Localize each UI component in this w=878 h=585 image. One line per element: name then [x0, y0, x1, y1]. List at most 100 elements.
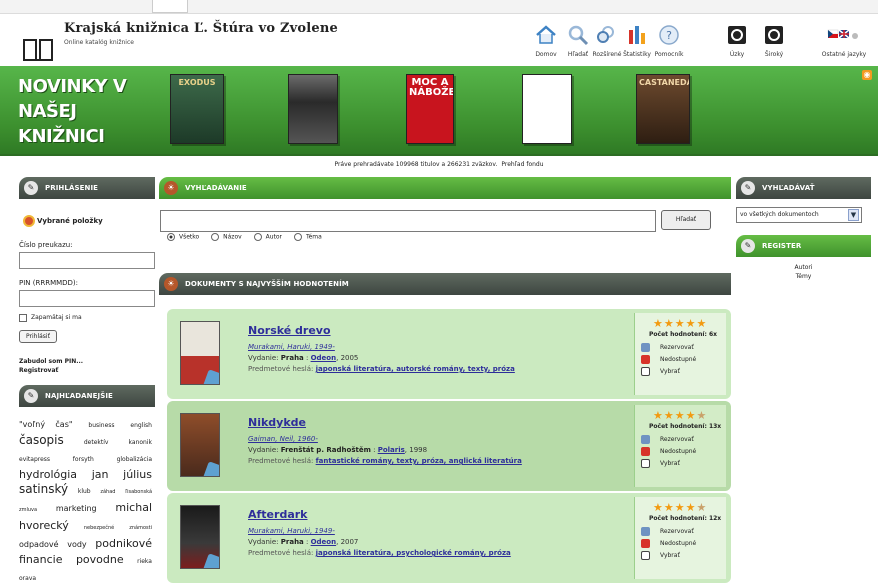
tag-cloud-link[interactable]: michal — [115, 501, 152, 514]
tag-cloud-link[interactable]: ľisabonská — [125, 489, 152, 495]
book-title-link[interactable]: Afterdark — [248, 508, 307, 521]
narrow-view-icon — [728, 26, 746, 44]
topics-link[interactable]: Témy — [736, 272, 871, 281]
tag-cloud-link[interactable]: hvorecký — [19, 519, 69, 532]
tag-cloud-link[interactable]: forsyth — [73, 456, 94, 463]
reserve-link[interactable]: Rezervovať — [641, 343, 694, 354]
new-book-cover[interactable]: MOC A NÁBOŽENSTVO — [406, 74, 454, 144]
author-link[interactable]: Murakami, Haruki, 1949- — [248, 343, 335, 351]
wide-view-button[interactable]: Široký — [752, 24, 796, 62]
search-input[interactable] — [160, 210, 656, 232]
select-checkbox[interactable]: Vybrať — [641, 551, 680, 562]
reserve-link[interactable]: Rezervovať — [641, 527, 694, 538]
tag-cloud-link[interactable]: július — [123, 468, 152, 481]
checkbox-icon — [641, 551, 650, 560]
scope-title-radio[interactable]: Názov — [211, 233, 242, 241]
tag-cloud-link[interactable]: marketing — [56, 504, 97, 513]
pin-input[interactable] — [19, 290, 155, 307]
star-rating: ★★★★★ — [653, 409, 708, 422]
fund-overview-link[interactable]: Prehľad fondu — [501, 161, 543, 168]
top-rated-icon: ☀ — [164, 277, 178, 291]
remember-me-checkbox[interactable]: Zapamätaj si ma — [19, 313, 155, 323]
tag-cloud-link[interactable]: evitapress — [19, 456, 50, 463]
card-number-input[interactable] — [19, 252, 155, 269]
login-button[interactable]: Prihlásiť — [19, 330, 57, 343]
subject-links[interactable]: japonská literatúra, psychologické román… — [316, 549, 511, 557]
new-book-cover[interactable] — [288, 74, 338, 144]
site-title[interactable]: Krajská knižnica Ľ. Štúra vo Zvolene — [64, 21, 338, 36]
subject-links[interactable]: fantastické romány, texty, próza, anglic… — [316, 457, 522, 465]
author-link[interactable]: Murakami, Haruki, 1949- — [248, 527, 335, 535]
browser-tab[interactable] — [152, 0, 188, 13]
subject-links[interactable]: japonská literatúra, autorské romány, te… — [316, 365, 515, 373]
search-section-icon: ☀ — [164, 181, 178, 195]
top-rated-header: ☀ Dokumenty s najvyšším hodnotením — [159, 273, 731, 295]
tag-cloud-link[interactable]: "voľný čas" — [19, 420, 73, 429]
tag-cloud-link[interactable]: english — [130, 422, 152, 429]
book-type-icon — [202, 553, 219, 568]
tag-cloud-link[interactable]: detektív — [84, 439, 109, 446]
rating-panel: ★★★★★ Počet hodnotení: 12x Rezervovať Ne… — [634, 497, 726, 579]
rss-icon[interactable]: ◉ — [862, 70, 872, 80]
tag-cloud-link[interactable]: klub — [78, 488, 91, 495]
book-cover[interactable] — [180, 505, 220, 569]
tag-cloud-link[interactable]: kanonik — [129, 439, 152, 446]
new-book-cover[interactable]: EXODUS — [170, 74, 224, 144]
tag-cloud-link[interactable]: známosti — [129, 525, 152, 531]
book-cover[interactable] — [180, 321, 220, 385]
tag-cloud-link[interactable]: orava — [19, 575, 36, 582]
search-submit-button[interactable]: Hľadať — [661, 210, 711, 230]
scope-all-radio[interactable]: Všetko — [167, 233, 199, 241]
register-link[interactable]: Registrovať — [19, 366, 155, 375]
scope-author-radio[interactable]: Autor — [253, 233, 282, 241]
tag-cloud-link[interactable]: odpadové — [19, 540, 59, 549]
select-checkbox[interactable]: Vybrať — [641, 367, 680, 378]
tag-cloud-link[interactable]: business — [88, 422, 114, 429]
tag-cloud-link[interactable]: rieka — [137, 558, 152, 565]
reserve-icon — [641, 435, 650, 444]
new-book-cover[interactable]: CASTANEDA — [636, 74, 690, 144]
scope-topic-radio[interactable]: Téma — [293, 233, 322, 241]
tag-cloud-link[interactable]: satinský — [19, 482, 68, 496]
search-in-header: ✎ Vyhľadávať — [736, 177, 871, 199]
language-flags-icon — [827, 29, 858, 39]
home-icon — [536, 25, 556, 44]
select-checkbox[interactable]: Vybrať — [641, 459, 680, 470]
tag-cloud-link[interactable]: povodne — [76, 553, 124, 566]
book-title-link[interactable]: Nikdykde — [248, 416, 306, 429]
tag-cloud-link[interactable]: vody — [67, 540, 86, 549]
register-links: Autori Témy — [736, 263, 871, 281]
tag-cloud-link[interactable]: zmluva — [19, 507, 37, 513]
tag-cloud-link[interactable]: globalizácia — [117, 456, 152, 463]
book-type-icon — [202, 461, 219, 476]
publisher-link[interactable]: Odeon — [311, 354, 337, 362]
chevron-down-icon: ▼ — [848, 209, 859, 221]
tag-cloud-link[interactable]: hydrológia — [19, 468, 77, 481]
reserve-icon — [641, 527, 650, 536]
publisher-link[interactable]: Polaris — [378, 446, 405, 454]
tag-cloud-link[interactable]: financie — [19, 553, 62, 566]
rating-count: Počet hodnotení: 6x — [649, 331, 717, 338]
main-content: ☀ Vyhľadávanie Hľadať Všetko Názov Autor … — [159, 177, 731, 585]
tag-cloud-link[interactable]: nebezpečné — [84, 525, 114, 531]
subjects: Predmetové heslá: japonská literatúra, a… — [248, 365, 515, 373]
book-cover[interactable] — [180, 413, 220, 477]
reserve-icon — [641, 343, 650, 352]
publisher-link[interactable]: Odeon — [311, 538, 337, 546]
tag-cloud-link[interactable]: záhad — [100, 489, 115, 495]
favorites-link[interactable]: Vybrané položky — [19, 213, 155, 231]
tag-cloud-link[interactable]: jan — [92, 468, 109, 481]
forgot-pin-link[interactable]: Zabudol som PIN... — [19, 357, 155, 366]
reserve-link[interactable]: Rezervovať — [641, 435, 694, 446]
languages-button[interactable]: Ostatné jazyky — [814, 24, 874, 62]
book-title-link[interactable]: Norské drevo — [248, 324, 331, 337]
author-link[interactable]: Gaiman, Neil, 1960- — [248, 435, 318, 443]
tag-cloud-link[interactable]: časopis — [19, 433, 64, 447]
new-book-cover[interactable] — [522, 74, 572, 144]
document-scope-select[interactable]: vo všetkých dokumentoch ▼ — [736, 207, 862, 223]
authors-link[interactable]: Autori — [736, 263, 871, 272]
tag-cloud-link[interactable]: podnikové — [95, 537, 152, 550]
wide-view-icon — [765, 26, 783, 44]
subjects: Predmetové heslá: japonská literatúra, p… — [248, 549, 511, 557]
help-button[interactable]: ? Pomocník — [647, 24, 691, 62]
